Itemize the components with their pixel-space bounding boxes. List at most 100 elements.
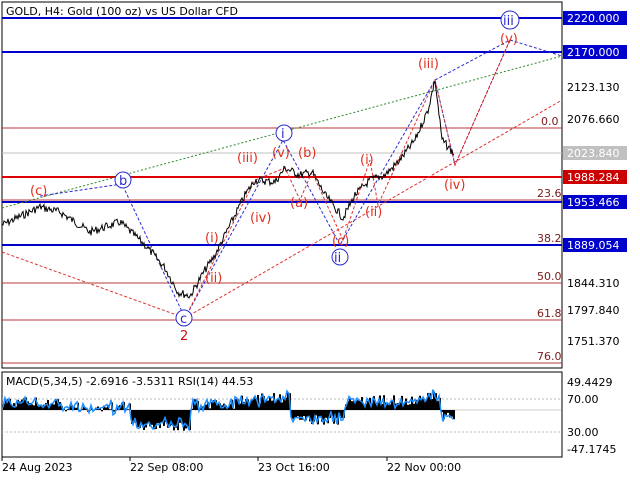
wave-label-iv: (iv) <box>250 211 271 226</box>
macd-bar <box>147 410 149 423</box>
macd-histogram <box>3 392 455 431</box>
wave-label-iv2: (iv) <box>444 178 465 193</box>
macd-bar <box>411 397 413 410</box>
price-box-1988-label: 1988.284 <box>567 171 620 184</box>
wave-label-c-small: (c) <box>30 184 47 199</box>
price-series <box>2 82 454 298</box>
wave-label-ii-circle: ii <box>334 251 341 266</box>
wave-path-blue-ext <box>435 40 562 80</box>
macd-bar <box>357 400 359 410</box>
price-axis-label-1797: 1797.840 <box>567 304 620 317</box>
macd-bar <box>269 397 271 410</box>
macd-bar <box>407 405 409 410</box>
fib-label-382: 38.2 <box>537 232 562 245</box>
macd-bar <box>367 401 369 410</box>
macd-bar <box>209 408 211 410</box>
lower-channel-left <box>2 252 185 318</box>
macd-bar <box>413 404 415 410</box>
macd-bar <box>271 401 273 410</box>
macd-bar <box>65 410 67 411</box>
wave-label-v: (v) <box>272 146 290 161</box>
macd-bar <box>127 409 129 410</box>
macd-bar <box>447 410 449 413</box>
wave-label-ii: (ii) <box>205 271 222 286</box>
indicator-axis-70: 70.00 <box>567 393 599 406</box>
macd-bar <box>451 410 453 417</box>
wave-label-iii2: (iii) <box>418 57 439 72</box>
macd-bar <box>161 410 163 422</box>
price-axis-label-2076: 2076.660 <box>567 113 620 126</box>
macd-bar <box>151 410 153 425</box>
chart-window[interactable]: GOLD, H4: Gold (100 oz) vs US Dollar CFD… <box>0 0 640 480</box>
macd-bar <box>205 405 207 410</box>
macd-bar <box>31 404 33 410</box>
macd-bar <box>157 410 159 423</box>
wave-label-i2: (i) <box>360 153 374 168</box>
wave-label-v2: (v) <box>500 32 518 47</box>
macd-bar <box>183 410 185 431</box>
wave-label-b-circle: b <box>119 174 127 189</box>
price-chart[interactable]: GOLD, H4: Gold (100 oz) vs US Dollar CFD… <box>0 0 640 480</box>
time-axis-label-1: 22 Sep 08:00 <box>130 461 203 474</box>
macd-bar <box>437 401 439 410</box>
fib-label-0: 0.0 <box>541 115 559 128</box>
main-chart-frame <box>2 2 562 368</box>
macd-bar <box>179 410 181 423</box>
macd-bar <box>33 405 35 410</box>
macd-bar <box>341 410 343 418</box>
indicator-title: MACD(5,34,5) -2.6916 -3.5311 RSI(14) 44.… <box>6 375 253 388</box>
fib-label-236: 23.6 <box>537 187 562 200</box>
price-box-2220-label: 2220.000 <box>567 12 620 25</box>
macd-bar <box>109 409 111 410</box>
macd-bar <box>351 401 353 410</box>
macd-bar <box>405 399 407 410</box>
macd-bar <box>235 399 237 410</box>
macd-bar <box>137 410 139 427</box>
time-axis-label-0: 24 Aug 2023 <box>2 461 72 474</box>
price-box-1953-label: 1953.466 <box>567 196 620 209</box>
wave-label-iii: (iii) <box>237 151 258 166</box>
wave-label-c-bracket: (c) <box>332 234 349 249</box>
macd-bar <box>359 401 361 410</box>
wave-label-c-circle: c <box>180 312 187 327</box>
wave-label-b: (b) <box>298 146 316 161</box>
price-axis-label-1844: 1844.310 <box>567 277 620 290</box>
fib-label-50: 50.0 <box>537 270 562 283</box>
macd-bar <box>409 404 411 410</box>
wave-label-iii-circle: iii <box>503 14 514 29</box>
macd-bar <box>53 404 55 410</box>
macd-bar <box>453 410 455 419</box>
macd-bar <box>297 410 299 416</box>
macd-bar <box>267 401 269 410</box>
macd-bar <box>283 399 285 410</box>
price-axis-label-2123: 2123.130 <box>567 81 620 94</box>
wave-label-i: (i) <box>205 231 219 246</box>
price-box-2170-label: 2170.000 <box>567 46 620 59</box>
macd-bar <box>251 400 253 410</box>
macd-bar <box>211 402 213 410</box>
indicator-axis-max: 49.4429 <box>567 376 613 389</box>
wave-label-i-circle: i <box>281 127 285 142</box>
price-box-current-label: 2023.840 <box>567 147 620 160</box>
price-box-1889-label: 1889.054 <box>567 239 620 252</box>
macd-bar <box>349 399 351 410</box>
fib-label-618: 61.8 <box>537 307 562 320</box>
wave-label-two: 2 <box>180 329 188 344</box>
macd-bar <box>75 408 77 410</box>
macd-bar <box>295 410 297 417</box>
time-axis-label-3: 22 Nov 00:00 <box>387 461 461 474</box>
wave-label-ii2: (ii) <box>365 205 382 220</box>
wave-label-a: (a) <box>290 196 308 211</box>
price-axis-label-1751: 1751.370 <box>567 335 620 348</box>
macd-bar <box>187 410 189 427</box>
macd-bar <box>325 410 327 418</box>
time-axis-label-2: 23 Oct 16:00 <box>258 461 330 474</box>
macd-bar <box>281 402 283 410</box>
macd-bar <box>101 410 103 411</box>
chart-title: GOLD, H4: Gold (100 oz) vs US Dollar CFD <box>6 5 238 18</box>
indicator-axis-min: -47.1745 <box>567 443 616 456</box>
indicator-axis-30: 30.00 <box>567 426 599 439</box>
macd-bar <box>105 407 107 410</box>
macd-bar <box>303 410 305 416</box>
macd-bar <box>277 399 279 410</box>
